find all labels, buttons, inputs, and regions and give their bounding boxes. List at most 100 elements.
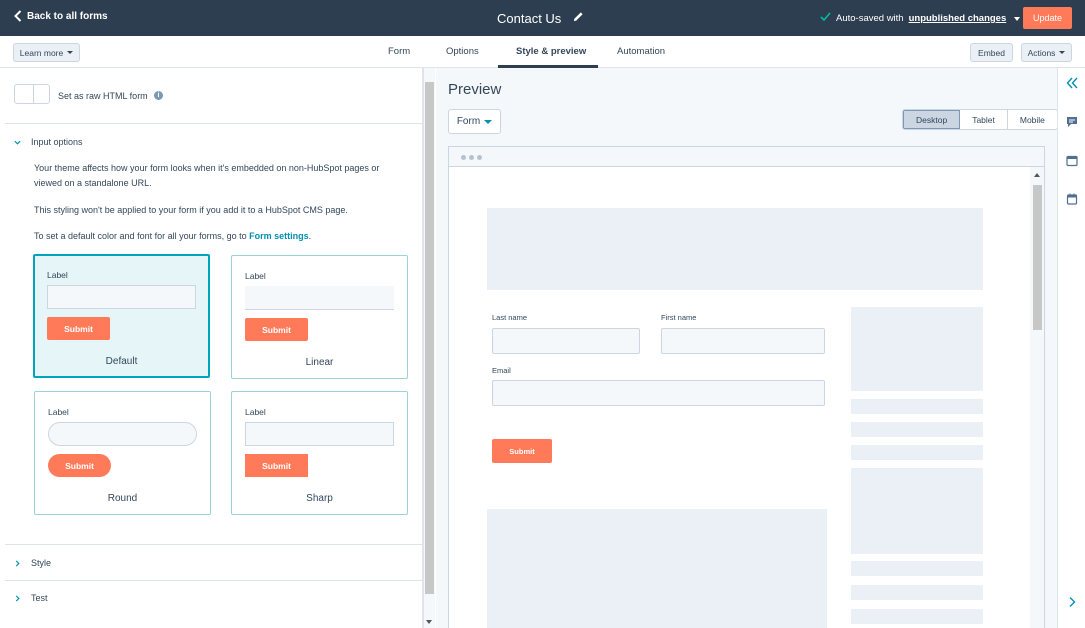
card-input-preview: [47, 285, 196, 309]
tab-form[interactable]: Form: [388, 46, 410, 57]
card-input-preview: [245, 286, 394, 310]
tab-bar: Learn more Form Options Style & preview …: [0, 36, 1085, 68]
card-label: Label: [48, 407, 69, 417]
card-submit-preview: Submit: [47, 317, 110, 340]
email-label: Email: [492, 366, 511, 375]
placeholder-sidebar-block: [851, 470, 983, 554]
style-card-linear[interactable]: Label Submit Linear: [231, 255, 408, 379]
placeholder-line: [851, 445, 983, 460]
back-label: Back to all forms: [27, 10, 108, 22]
test-section-header[interactable]: Test: [14, 593, 48, 603]
back-to-forms-link[interactable]: Back to all forms: [14, 10, 108, 22]
info-icon[interactable]: i: [154, 91, 163, 100]
unpublished-changes-link[interactable]: unpublished changes: [909, 13, 1007, 24]
device-mobile-button[interactable]: Mobile: [1008, 110, 1057, 129]
form-title: Contact Us: [497, 10, 562, 26]
chevron-right-icon: [15, 559, 20, 567]
card-name: Default: [105, 356, 138, 367]
chevron-down-icon: [14, 140, 21, 145]
browser-dot: [469, 155, 474, 160]
device-desktop-button[interactable]: Desktop: [903, 110, 961, 129]
autosave-status: Auto-saved with unpublished changes: [820, 12, 1021, 25]
style-section-header[interactable]: Style: [14, 558, 51, 568]
raw-html-toggle[interactable]: [14, 84, 50, 104]
device-switcher: Desktop Tablet Mobile: [902, 109, 1058, 130]
layout-icon[interactable]: [1066, 155, 1078, 167]
placeholder-header-block: [487, 208, 983, 290]
settings-desc-suffix: .: [308, 231, 312, 241]
learn-more-button[interactable]: Learn more: [13, 43, 80, 62]
style-card-sharp[interactable]: Label Submit Sharp: [231, 391, 408, 515]
style-card-round[interactable]: Label Submit Round: [34, 391, 211, 515]
tab-style-preview[interactable]: Style & preview: [516, 46, 586, 57]
placeholder-line: [851, 609, 983, 624]
form-title-group: Contact Us: [497, 9, 584, 27]
chat-icon[interactable]: [1066, 116, 1078, 128]
scroll-down-arrow-icon[interactable]: [426, 620, 432, 624]
form-settings-link[interactable]: Form settings: [249, 231, 309, 241]
last-name-label: Last name: [492, 313, 528, 322]
browser-preview-frame: Last name First name Email Submit: [448, 146, 1045, 628]
embed-button[interactable]: Embed: [970, 43, 1013, 62]
device-tablet-button[interactable]: Tablet: [960, 110, 1008, 129]
pencil-icon[interactable]: [573, 9, 584, 27]
placeholder-sidebar-block: [851, 307, 983, 391]
autosave-text: Auto-saved with: [836, 13, 904, 24]
scrollbar-thumb[interactable]: [425, 82, 434, 594]
settings-description: To set a default color and font for all …: [34, 229, 404, 244]
right-rail: [1057, 68, 1085, 628]
caret-down-icon: [1059, 51, 1066, 54]
left-panel-scrollbar[interactable]: [423, 68, 435, 628]
actions-button[interactable]: Actions: [1021, 43, 1072, 62]
style-card-default[interactable]: Label Submit Default: [33, 254, 210, 378]
card-name: Linear: [305, 357, 334, 368]
calendar-icon[interactable]: [1066, 193, 1078, 205]
actions-label: Actions: [1027, 47, 1056, 58]
caret-down-icon: [67, 51, 74, 54]
placeholder-line: [851, 422, 983, 437]
card-label: Label: [47, 270, 68, 280]
input-options-header[interactable]: Input options: [14, 137, 83, 147]
scrollbar-thumb[interactable]: [1033, 185, 1042, 330]
double-chevron-left-icon[interactable]: [1066, 77, 1078, 89]
caret-down-icon: [484, 119, 493, 124]
learn-more-label: Learn more: [19, 47, 64, 58]
scroll-up-arrow-icon[interactable]: [1034, 173, 1040, 177]
card-submit-preview: Submit: [48, 454, 111, 477]
chevron-left-icon: [14, 10, 22, 22]
placeholder-line: [851, 585, 983, 600]
style-section-label: Style: [31, 558, 52, 568]
update-button[interactable]: Update: [1023, 7, 1072, 29]
style-settings-panel: Set as raw HTML form i Input options You…: [0, 68, 423, 628]
browser-bar: [449, 147, 1044, 167]
divider: [5, 123, 422, 124]
input-options-label: Input options: [31, 137, 83, 147]
tab-automation[interactable]: Automation: [617, 46, 665, 57]
toggle-knob: [33, 85, 34, 103]
preview-scrollbar[interactable]: [1030, 167, 1044, 628]
test-section-label: Test: [31, 593, 48, 603]
email-input[interactable]: [492, 380, 825, 406]
preview-title: Preview: [448, 81, 502, 98]
chevron-right-icon[interactable]: [1066, 596, 1078, 608]
preview-submit-button[interactable]: Submit: [492, 439, 552, 463]
form-dropdown[interactable]: Form: [448, 109, 501, 134]
settings-desc-text: To set a default color and font for all …: [34, 231, 247, 241]
preview-area: Preview Form Desktop Tablet Mobile Last …: [436, 68, 1058, 628]
divider: [5, 544, 422, 545]
caret-down-icon[interactable]: [1014, 16, 1021, 21]
placeholder-content-block: [487, 509, 827, 628]
card-submit-preview: Submit: [245, 318, 308, 341]
browser-dot: [477, 155, 482, 160]
first-name-label: First name: [661, 313, 697, 322]
first-name-input[interactable]: [661, 328, 825, 354]
theme-description: Your theme affects how your form looks w…: [34, 163, 380, 188]
card-name: Round: [107, 493, 138, 504]
card-submit-preview: Submit: [245, 454, 308, 477]
chevron-right-icon: [15, 594, 20, 602]
last-name-input[interactable]: [492, 328, 640, 354]
card-label: Label: [245, 407, 266, 417]
tab-options[interactable]: Options: [446, 46, 479, 57]
card-label: Label: [245, 271, 266, 281]
form-dropdown-label: Form: [456, 116, 481, 127]
